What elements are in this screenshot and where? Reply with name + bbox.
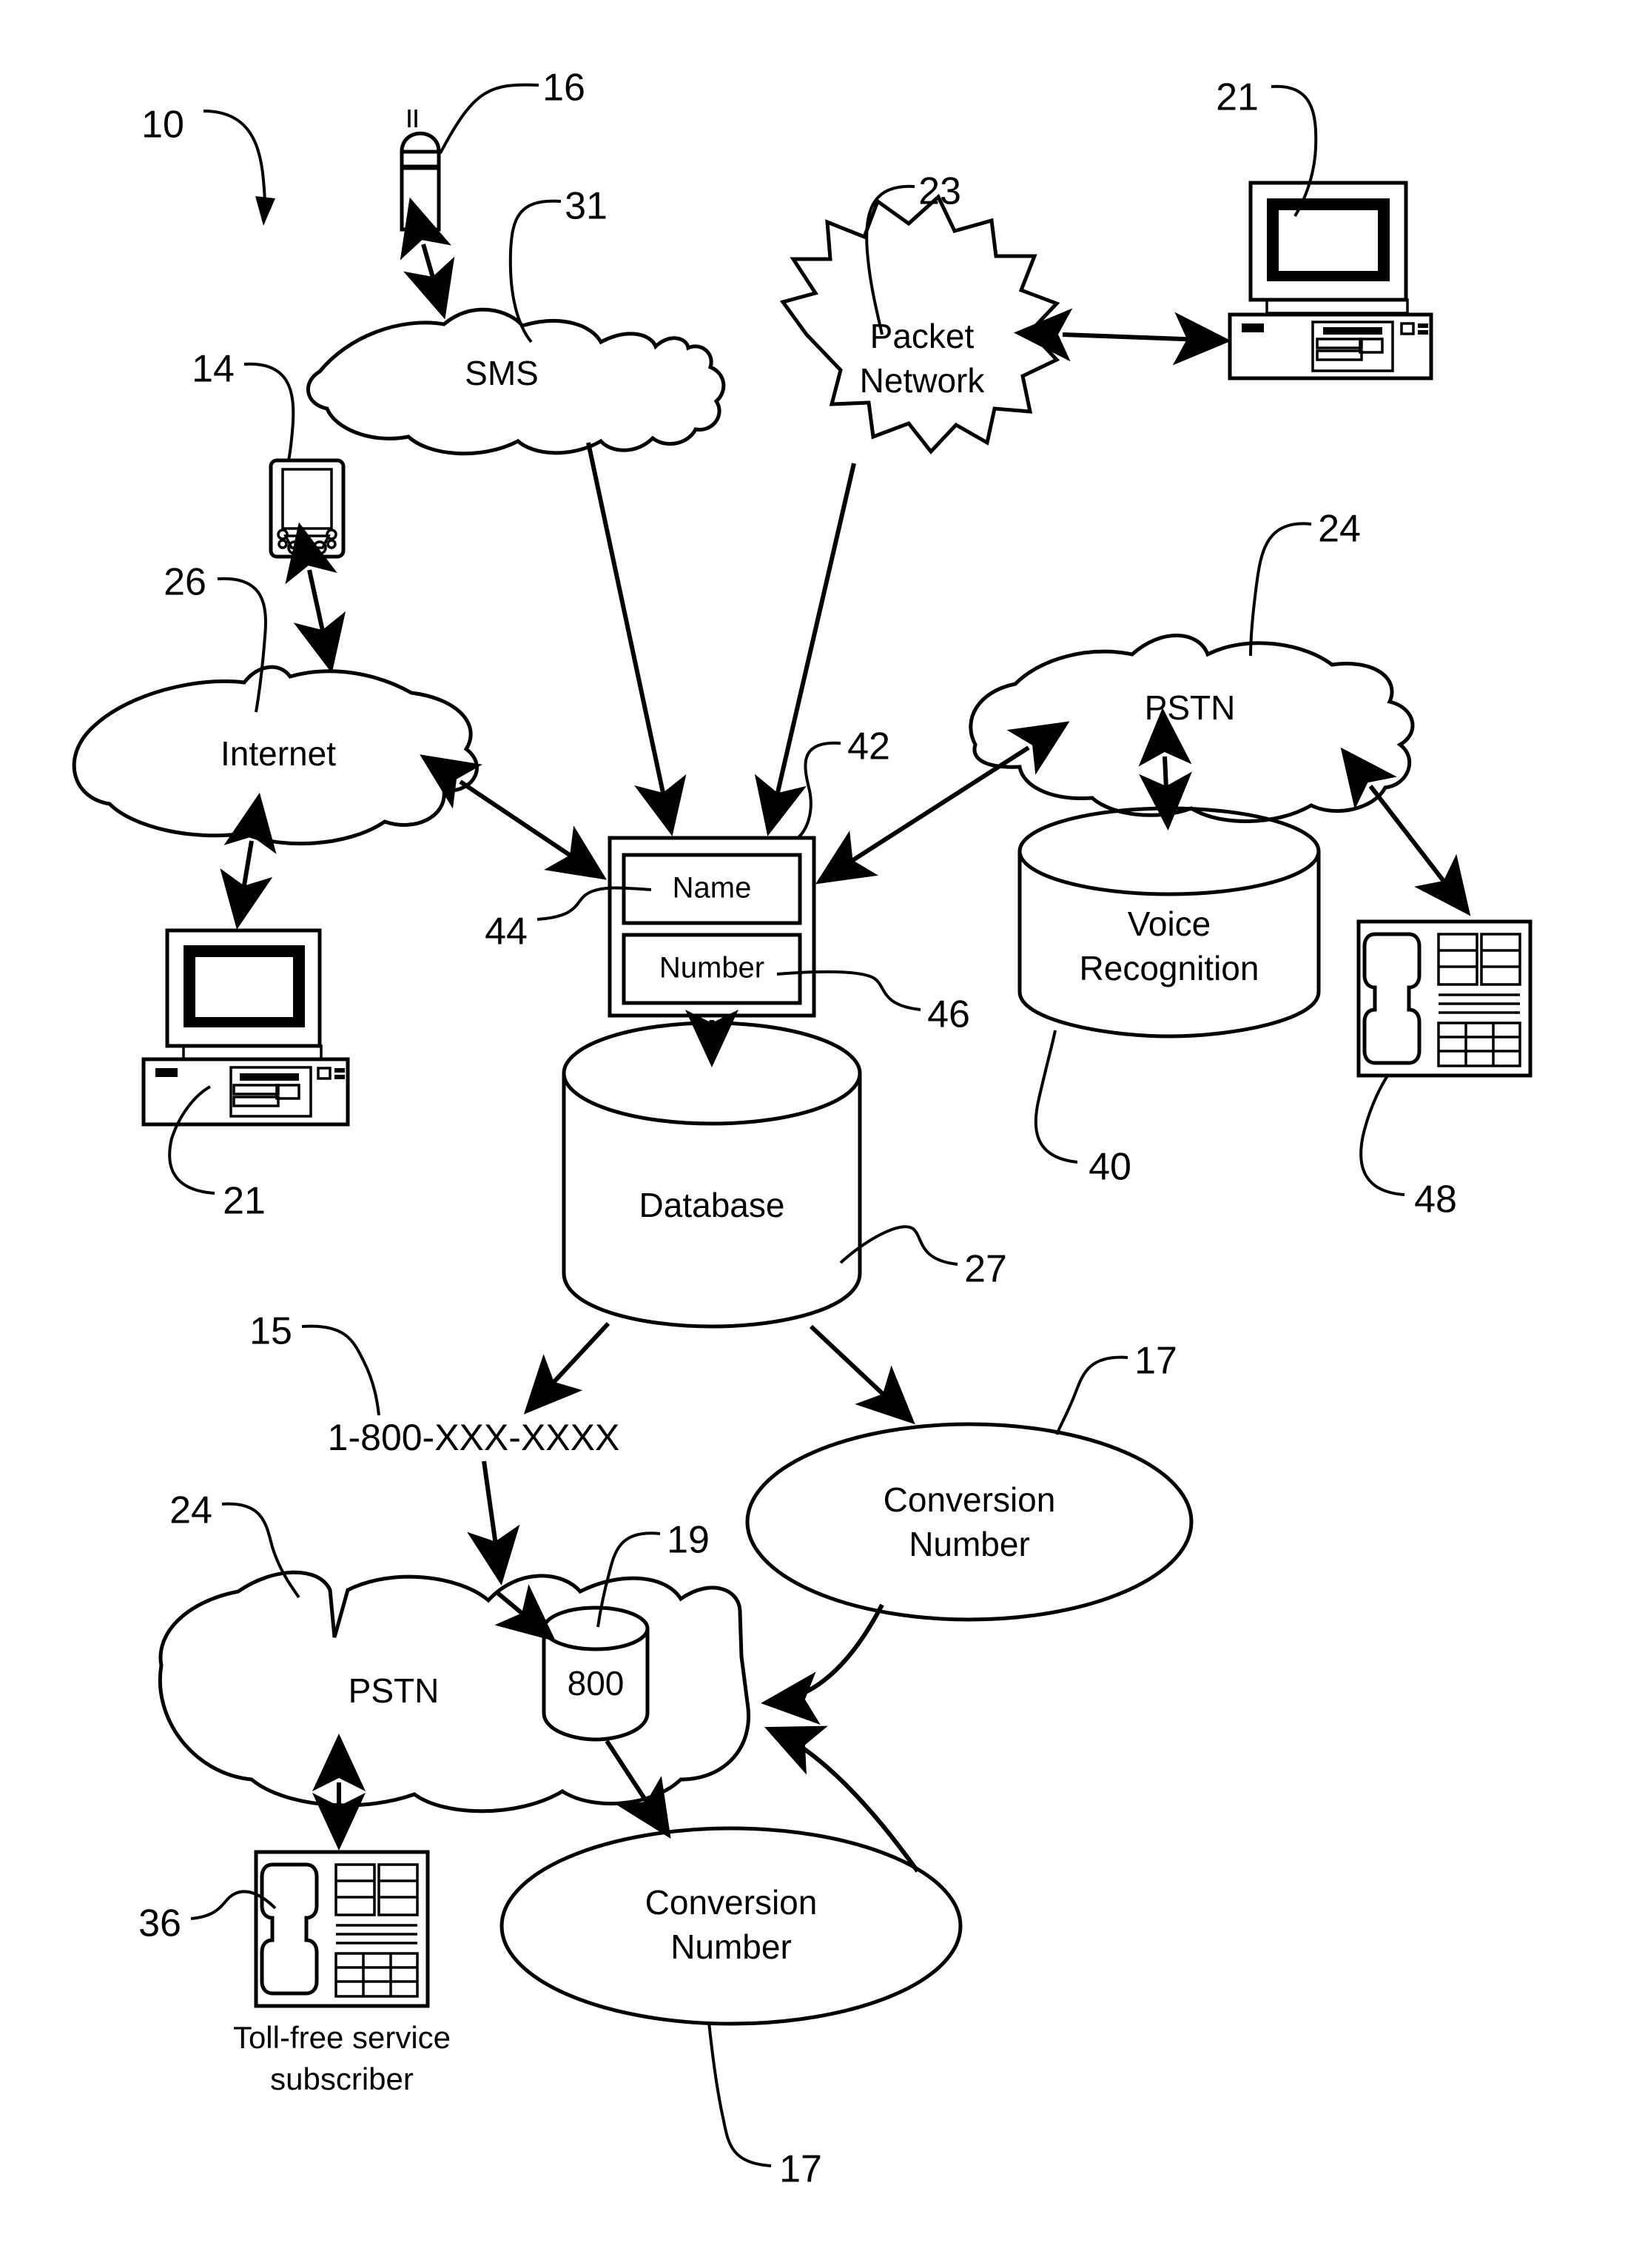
- pda-device-icon: [269, 458, 346, 559]
- internet-cloud-label: Internet: [221, 734, 336, 773]
- sms-cloud: SMS: [306, 307, 726, 456]
- database-cylinder: Database: [562, 1021, 862, 1329]
- pstn-cloud-top-label: PSTN: [1145, 688, 1236, 727]
- telephone-right-icon: [1356, 919, 1533, 1078]
- ref-num-48: 48: [1414, 1178, 1457, 1221]
- connector-pda-internet: [285, 522, 346, 674]
- ref-leader-16: 16: [439, 67, 585, 154]
- ref-num-19: 19: [667, 1519, 710, 1562]
- record-number-field-label: Number: [659, 952, 764, 984]
- ref-num-31: 31: [565, 185, 608, 228]
- ref-leader-23: 23: [865, 170, 961, 335]
- connector-database-tollfree: [523, 1321, 915, 1425]
- ref-num-44: 44: [485, 910, 528, 953]
- toll-free-subscriber-caption-line1: Toll-free service: [233, 2020, 451, 2055]
- connector-phone-sms: [400, 197, 455, 320]
- ref-leader-15: 15: [249, 1310, 380, 1416]
- toll-free-number-value: 1-800-XXX-XXXX: [328, 1417, 620, 1458]
- patent-figure-page: 10 16 SMS 31 Packet Network 23 21 14 Int…: [0, 0, 1625, 2268]
- connector-conversion-right-to-pstn: [761, 1603, 884, 1725]
- subscriber-telephone-icon: Toll-free service subscriber: [233, 1850, 451, 2096]
- voice-recognition-cylinder: Voice Recognition: [1017, 806, 1321, 1039]
- ref-leader-26: 26: [164, 561, 267, 713]
- connector-pstn-telephone: [1340, 747, 1471, 916]
- ref-num-26: 26: [164, 561, 206, 604]
- pstn-cloud-bottom-label: PSTN: [349, 1671, 440, 1710]
- ref-leader-42: 42: [796, 725, 890, 839]
- ref-leader-40: 40: [1034, 1030, 1131, 1189]
- packet-network-label-line1: Packet Network: [860, 317, 986, 400]
- ref-leader-24-top: 24: [1249, 508, 1361, 657]
- conversion-number-bottom: Conversion Number: [499, 1826, 963, 2026]
- ref-num-21-left: 21: [223, 1180, 266, 1223]
- ref-leader-21-top: 21: [1216, 76, 1318, 218]
- ref-leader-14: 14: [192, 348, 295, 461]
- ref-num-14: 14: [192, 348, 235, 391]
- mobile-phone-icon: [400, 110, 441, 232]
- connector-packet-computer: [1014, 308, 1231, 366]
- conversion-number-right: Conversion Number: [745, 1422, 1194, 1622]
- record-name-field-label: Name: [673, 872, 752, 905]
- ref-leader-17-bottom: 17: [707, 2022, 822, 2191]
- record-container: Name Number: [608, 836, 816, 1018]
- ref-num-46: 46: [927, 993, 970, 1036]
- conversion-number-bottom-label-line1: Conversion Number: [645, 1883, 818, 1966]
- ref-num-42: 42: [847, 725, 890, 768]
- connector-conversion-bottom-to-pstn: [764, 1725, 920, 1873]
- connector-internet-computer: [220, 792, 277, 930]
- connector-tollfree-pstn: [467, 1460, 556, 1642]
- packet-network-cloud: Packet Network: [779, 193, 1060, 454]
- internet-cloud: Internet: [72, 665, 479, 846]
- computer-left: [141, 928, 350, 1127]
- pstn-cloud-bottom: PSTN 800: [158, 1570, 750, 1814]
- computer-top-right: [1228, 181, 1433, 380]
- ref-num-36: 36: [138, 1902, 181, 1945]
- ref-num-16: 16: [542, 67, 585, 110]
- ref-num-27: 27: [964, 1248, 1007, 1291]
- ref-num-15: 15: [249, 1310, 292, 1353]
- patent-diagram: 10 16 SMS 31 Packet Network 23 21 14 Int…: [72, 67, 1533, 2191]
- ref-num-17-bottom: 17: [779, 2148, 822, 2191]
- ref-num-21-top: 21: [1216, 76, 1259, 119]
- ref-num-10: 10: [141, 104, 184, 147]
- toll-free-subscriber-caption-line2: subscriber: [270, 2061, 414, 2096]
- database-cylinder-label: Database: [639, 1186, 785, 1224]
- pstn-cloud-top: PSTN: [969, 634, 1415, 823]
- ref-leader-24-bottom: 24: [169, 1489, 300, 1599]
- ref-leader-17-right: 17: [1055, 1340, 1177, 1435]
- system-reference-10: 10: [141, 104, 275, 226]
- ref-num-17-right: 17: [1134, 1340, 1177, 1383]
- ref-leader-27: 27: [839, 1225, 1007, 1291]
- eight-hundred-cylinder-label: 800: [568, 1664, 625, 1702]
- ref-num-40: 40: [1089, 1146, 1131, 1189]
- voice-recognition-label-line1: Voice Recognition: [1080, 905, 1259, 987]
- sms-cloud-label: SMS: [465, 354, 539, 392]
- ref-num-24-top: 24: [1318, 508, 1361, 551]
- ref-leader-48: 48: [1359, 1073, 1457, 1221]
- ref-num-24-bottom: 24: [169, 1489, 212, 1532]
- toll-free-number-text: 1-800-XXX-XXXX: [328, 1417, 620, 1458]
- connector-pstn-voicerecognition: [1138, 708, 1192, 831]
- connector-800db-conversion-bottom: [605, 1739, 671, 1839]
- conversion-number-right-label-line1: Conversion Number: [884, 1480, 1056, 1563]
- ref-num-23: 23: [918, 170, 961, 213]
- ref-leader-31: 31: [508, 185, 608, 343]
